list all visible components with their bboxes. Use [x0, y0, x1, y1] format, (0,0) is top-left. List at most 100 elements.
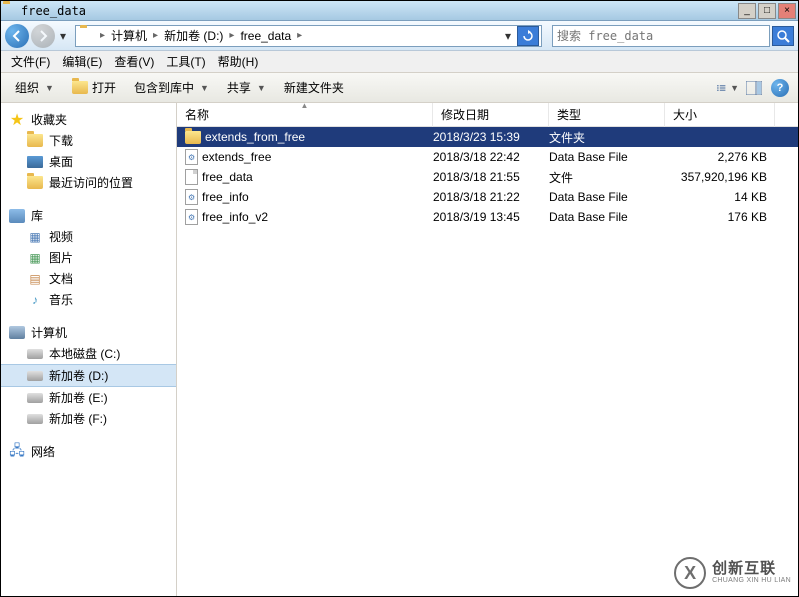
file-list: 名称 修改日期 类型 大小 extends_from_free2018/3/23…	[177, 103, 798, 596]
music-icon: ♪	[27, 292, 43, 308]
breadcrumb-computer[interactable]: 计算机	[107, 27, 151, 44]
view-options-button[interactable]: ▼	[716, 77, 740, 99]
refresh-button[interactable]	[517, 26, 539, 46]
menu-tools[interactable]: 工具(T)	[160, 51, 211, 72]
breadcrumb-drive[interactable]: 新加卷 (D:)	[160, 27, 227, 44]
preview-pane-icon	[746, 81, 762, 95]
refresh-icon	[522, 30, 534, 42]
nav-pictures[interactable]: ▦图片	[1, 247, 176, 268]
recent-icon	[27, 175, 43, 191]
folder-icon	[185, 131, 201, 144]
cell-date: 2018/3/23 15:39	[433, 130, 549, 144]
file-icon	[185, 169, 198, 185]
cell-type: Data Base File	[549, 190, 665, 204]
database-file-icon	[185, 189, 198, 205]
cell-date: 2018/3/18 21:55	[433, 170, 549, 184]
nav-network-label: 网络	[31, 443, 55, 460]
cell-size: 176 KB	[665, 210, 775, 224]
back-button[interactable]	[5, 24, 29, 48]
navigation-pane: ★ 收藏夹 下载 桌面 最近访问的位置 库 ▦视频 ▦图片 ▤文档 ♪音乐	[1, 103, 177, 596]
nav-documents[interactable]: ▤文档	[1, 268, 176, 289]
cell-date: 2018/3/18 21:22	[433, 190, 549, 204]
minimize-button[interactable]: _	[738, 3, 756, 19]
nav-history-dropdown[interactable]: ▾	[57, 24, 69, 48]
nav-libraries-header[interactable]: 库	[1, 205, 176, 226]
disk-icon	[27, 411, 43, 427]
database-file-icon	[185, 149, 198, 165]
table-row[interactable]: extends_from_free2018/3/23 15:39文件夹	[177, 127, 798, 147]
col-date[interactable]: 修改日期	[433, 103, 549, 127]
tool-open[interactable]: 打开	[64, 76, 124, 99]
downloads-icon	[27, 133, 43, 149]
nav-computer-header[interactable]: 计算机	[1, 322, 176, 343]
close-button[interactable]: ×	[778, 3, 796, 19]
preview-pane-button[interactable]	[742, 77, 766, 99]
breadcrumb-folder[interactable]: free_data	[236, 29, 295, 43]
toolbar: 组织▼ 打开 包含到库中▼ 共享▼ 新建文件夹 ▼ ?	[1, 73, 798, 103]
nav-drive-d[interactable]: 新加卷 (D:)	[1, 364, 176, 387]
picture-icon: ▦	[27, 250, 43, 266]
watermark-cn: 创新互联	[712, 561, 791, 578]
address-dropdown[interactable]: ▾	[501, 29, 515, 43]
address-bar[interactable]: ▸ 计算机 ▸ 新加卷 (D:) ▸ free_data ▸ ▾	[75, 25, 542, 47]
menu-help[interactable]: 帮助(H)	[212, 51, 265, 72]
search-box[interactable]	[552, 25, 770, 47]
watermark-logo-icon: X	[674, 557, 706, 589]
nav-drive-f[interactable]: 新加卷 (F:)	[1, 408, 176, 429]
tool-organize[interactable]: 组织▼	[7, 76, 62, 99]
tool-library[interactable]: 包含到库中▼	[126, 76, 217, 99]
disk-icon	[27, 368, 43, 384]
col-name[interactable]: 名称	[177, 103, 433, 127]
database-file-icon	[185, 209, 198, 225]
search-icon	[776, 29, 790, 43]
file-rows: extends_from_free2018/3/23 15:39文件夹exten…	[177, 127, 798, 596]
table-row[interactable]: free_info2018/3/18 21:22Data Base File14…	[177, 187, 798, 207]
nav-favorites-header[interactable]: ★ 收藏夹	[1, 109, 176, 130]
open-folder-icon	[72, 80, 88, 96]
cell-size: 2,276 KB	[665, 150, 775, 164]
nav-computer-label: 计算机	[31, 324, 67, 341]
nav-recent[interactable]: 最近访问的位置	[1, 172, 176, 193]
cell-name: free_info	[177, 189, 433, 205]
table-row[interactable]: free_data2018/3/18 21:55文件357,920,196 KB	[177, 167, 798, 187]
nav-drive-c[interactable]: 本地磁盘 (C:)	[1, 343, 176, 364]
cell-name: extends_from_free	[177, 130, 433, 144]
breadcrumb-sep-icon: ▸	[295, 30, 304, 41]
nav-network-header[interactable]: 🖧 网络	[1, 441, 176, 462]
nav-favorites-group: ★ 收藏夹 下载 桌面 最近访问的位置	[1, 109, 176, 193]
cell-size: 357,920,196 KB	[665, 170, 775, 184]
help-button[interactable]: ?	[768, 77, 792, 99]
tool-newfolder[interactable]: 新建文件夹	[276, 76, 352, 99]
explorer-window: free_data _ □ × ▾ ▸ 计算机 ▸ 新加卷 (D:) ▸ fre…	[0, 0, 799, 597]
tool-share[interactable]: 共享▼	[219, 76, 274, 99]
nav-downloads[interactable]: 下载	[1, 130, 176, 151]
col-size[interactable]: 大小	[665, 103, 775, 127]
network-icon: 🖧	[9, 444, 25, 460]
menu-edit[interactable]: 编辑(E)	[56, 51, 108, 72]
video-icon: ▦	[27, 229, 43, 245]
cell-type: 文件	[549, 169, 665, 186]
cell-date: 2018/3/19 13:45	[433, 210, 549, 224]
menu-file[interactable]: 文件(F)	[5, 51, 56, 72]
nav-drive-e[interactable]: 新加卷 (E:)	[1, 387, 176, 408]
table-row[interactable]: free_info_v22018/3/19 13:45Data Base Fil…	[177, 207, 798, 227]
disk-icon	[27, 346, 43, 362]
help-icon: ?	[771, 79, 789, 97]
search-input[interactable]	[553, 29, 769, 43]
nav-music[interactable]: ♪音乐	[1, 289, 176, 310]
col-type[interactable]: 类型	[549, 103, 665, 127]
forward-button[interactable]	[31, 24, 55, 48]
nav-videos[interactable]: ▦视频	[1, 226, 176, 247]
menubar: 文件(F) 编辑(E) 查看(V) 工具(T) 帮助(H)	[1, 51, 798, 73]
nav-desktop[interactable]: 桌面	[1, 151, 176, 172]
window-folder-icon	[3, 4, 17, 18]
column-headers: 名称 修改日期 类型 大小	[177, 103, 798, 127]
menu-view[interactable]: 查看(V)	[108, 51, 160, 72]
nav-libraries-label: 库	[31, 207, 43, 224]
search-button[interactable]	[772, 26, 794, 46]
address-folder-icon	[80, 28, 96, 44]
maximize-button[interactable]: □	[758, 3, 776, 19]
table-row[interactable]: extends_free2018/3/18 22:42Data Base Fil…	[177, 147, 798, 167]
breadcrumb-sep-icon: ▸	[227, 30, 236, 41]
cell-name: free_data	[177, 169, 433, 185]
